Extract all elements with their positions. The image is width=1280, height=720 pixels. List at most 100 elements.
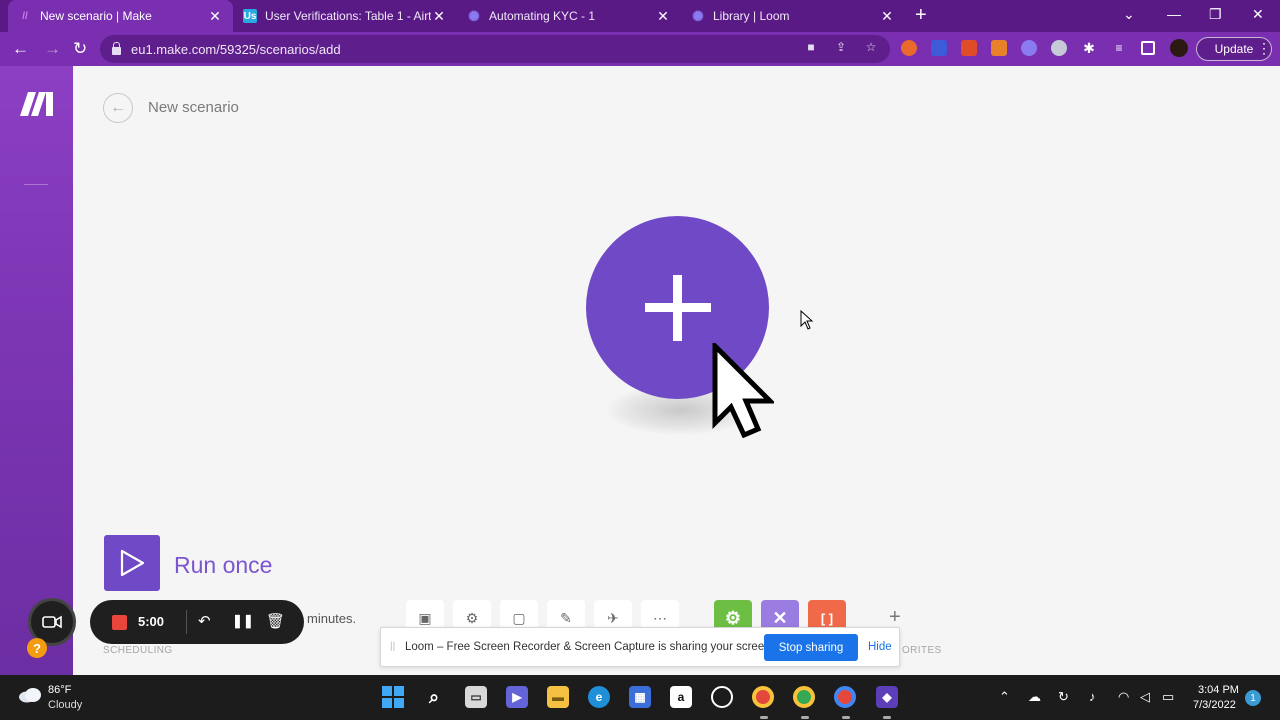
url-text: eu1.make.com/59325/scenarios/add <box>131 41 341 57</box>
wrench-icon: ✕ <box>772 607 788 628</box>
chrome-icon[interactable] <box>793 686 815 708</box>
share-icon[interactable]: ⇪ <box>834 40 848 54</box>
bookmark-star-icon[interactable]: ☆ <box>864 40 878 54</box>
make-sidebar <box>0 66 73 675</box>
divider <box>186 610 187 634</box>
weather-temperature[interactable]: 86°F <box>48 684 71 696</box>
forward-arrow-icon[interactable]: → <box>44 40 61 57</box>
clock-time[interactable]: 3:04 PM <box>1198 684 1239 696</box>
close-icon[interactable]: ✕ <box>655 8 671 25</box>
pause-icon[interactable]: ❚❚ <box>232 613 254 629</box>
microphone-icon[interactable]: ♪ <box>1089 689 1096 704</box>
ellipsis-icon: ⋯ <box>653 609 667 626</box>
hide-button[interactable]: Hide <box>868 641 892 653</box>
tab-search-icon[interactable]: ⌄ <box>1123 6 1135 23</box>
run-once-label[interactable]: Run once <box>174 552 272 579</box>
refresh-icon[interactable]: ↻ <box>1058 689 1069 705</box>
profile-avatar[interactable] <box>1170 39 1188 57</box>
edge-browser-icon[interactable]: e <box>588 686 610 708</box>
tab-make-new-scenario[interactable]: // New scenario | Make ✕ <box>8 0 233 32</box>
save-icon: ▣ <box>418 609 432 626</box>
back-arrow-icon[interactable]: ← <box>12 40 29 57</box>
chrome-icon[interactable] <box>834 686 856 708</box>
minimize-icon[interactable]: — <box>1167 6 1181 22</box>
recording-timer: 5:00 <box>138 614 165 629</box>
close-icon[interactable]: ✕ <box>879 8 895 25</box>
trash-icon[interactable]: 🗑 <box>266 612 285 630</box>
pointer-cursor-icon <box>712 343 774 438</box>
mouse-cursor-icon <box>800 310 814 330</box>
windows-taskbar: 86°F Cloudy ⌕ ▭ ▶ ▬ e ▦ a ◆ ⌃ ☁ ↻ ♪ ◠ ◁ … <box>0 675 1280 720</box>
note-icon: ▢ <box>512 609 526 626</box>
battery-icon[interactable]: ▭ <box>1162 689 1174 705</box>
tab-airtable[interactable]: Us User Verifications: Table 1 - Airtabl… <box>233 0 457 32</box>
media-control-icon[interactable]: ≡ <box>1111 40 1127 56</box>
gear-icon: ⚙ <box>465 609 479 626</box>
tab-title: Automating KYC - 1 <box>489 9 596 23</box>
brackets-icon: [ ] <box>820 610 834 626</box>
reload-icon[interactable]: ↻ <box>73 40 87 57</box>
make-logo-icon[interactable] <box>20 90 54 116</box>
extension-icon[interactable] <box>1051 40 1067 56</box>
menu-kebab-icon[interactable]: ⋮ <box>1256 40 1272 56</box>
notification-badge[interactable]: 1 <box>1245 690 1261 706</box>
browser-tab-bar: // New scenario | Make ✕ Us User Verific… <box>0 0 1280 32</box>
windows-start-icon[interactable] <box>382 686 404 708</box>
loom-recording-controls: 5:00 ↶ ❚❚ 🗑 <box>90 600 304 644</box>
new-tab-button[interactable]: + <box>915 5 927 25</box>
lock-icon <box>112 41 121 55</box>
loom-icon: ✺ <box>468 7 480 24</box>
video-camera-icon <box>42 615 62 629</box>
stop-recording-button[interactable] <box>112 615 127 630</box>
share-message: Loom – Free Screen Recorder & Screen Cap… <box>405 641 774 653</box>
extension-shield-icon[interactable] <box>931 40 947 56</box>
stop-sharing-button[interactable]: Stop sharing <box>764 634 858 661</box>
address-bar[interactable]: eu1.make.com/59325/scenarios/add <box>100 35 890 63</box>
airplane-icon: ✈ <box>607 609 619 626</box>
run-once-button[interactable] <box>104 535 160 591</box>
app-icon[interactable]: ◆ <box>876 686 898 708</box>
search-icon[interactable]: ⌕ <box>423 686 445 708</box>
window-close-icon[interactable]: ✕ <box>1252 6 1264 23</box>
app-icon[interactable] <box>711 686 733 708</box>
weather-status[interactable]: Cloudy <box>48 699 82 711</box>
teams-chat-icon[interactable]: ▶ <box>506 686 528 708</box>
favorites-label: ORITES <box>902 645 942 656</box>
file-explorer-icon[interactable]: ▬ <box>547 686 569 708</box>
tab-loom-library[interactable]: ✺ Library | Loom ✕ <box>681 0 905 32</box>
wifi-icon[interactable]: ◠ <box>1118 689 1129 705</box>
scheduling-label: SCHEDULING <box>103 645 173 656</box>
extension-icon[interactable] <box>961 40 977 56</box>
volume-icon[interactable]: ◁ <box>1140 689 1150 705</box>
back-button[interactable]: ← <box>103 93 133 123</box>
cloud-icon <box>19 688 41 703</box>
add-favorite-button[interactable]: + <box>889 606 901 629</box>
arrow-left-icon: ← <box>110 99 126 116</box>
gear-icon: ⚙ <box>724 607 742 628</box>
extension-icon[interactable] <box>901 40 917 56</box>
extensions-puzzle-icon[interactable]: ✱ <box>1081 40 1097 56</box>
amazon-icon[interactable]: a <box>670 686 692 708</box>
task-view-icon[interactable]: ▭ <box>465 686 487 708</box>
chrome-icon[interactable] <box>752 686 774 708</box>
restart-icon[interactable]: ↶ <box>198 612 211 630</box>
make-logo-icon: // <box>22 10 28 22</box>
side-panel-icon[interactable] <box>1141 41 1155 55</box>
help-icon[interactable]: ? <box>27 638 47 658</box>
magic-wand-icon: ✎ <box>560 609 572 626</box>
store-icon[interactable]: ▦ <box>629 686 651 708</box>
restore-icon[interactable]: ❐ <box>1209 6 1222 23</box>
clock-date[interactable]: 7/3/2022 <box>1193 699 1236 711</box>
metamask-icon[interactable] <box>991 40 1007 56</box>
cloud-sync-icon[interactable]: ☁ <box>1028 689 1041 705</box>
play-icon <box>120 549 145 577</box>
tab-automating-kyc[interactable]: ✺ Automating KYC - 1 ✕ <box>457 0 681 32</box>
close-icon[interactable]: ✕ <box>431 8 447 25</box>
close-icon[interactable]: ✕ <box>207 8 223 25</box>
chevron-up-icon[interactable]: ⌃ <box>999 689 1010 705</box>
tab-title: Library | Loom <box>713 9 790 23</box>
drag-handle-icon[interactable]: || <box>390 641 395 652</box>
loom-extension-icon[interactable] <box>1021 40 1037 56</box>
camera-icon[interactable]: ■ <box>804 40 818 54</box>
schedule-interval-text[interactable]: minutes. <box>307 611 356 626</box>
